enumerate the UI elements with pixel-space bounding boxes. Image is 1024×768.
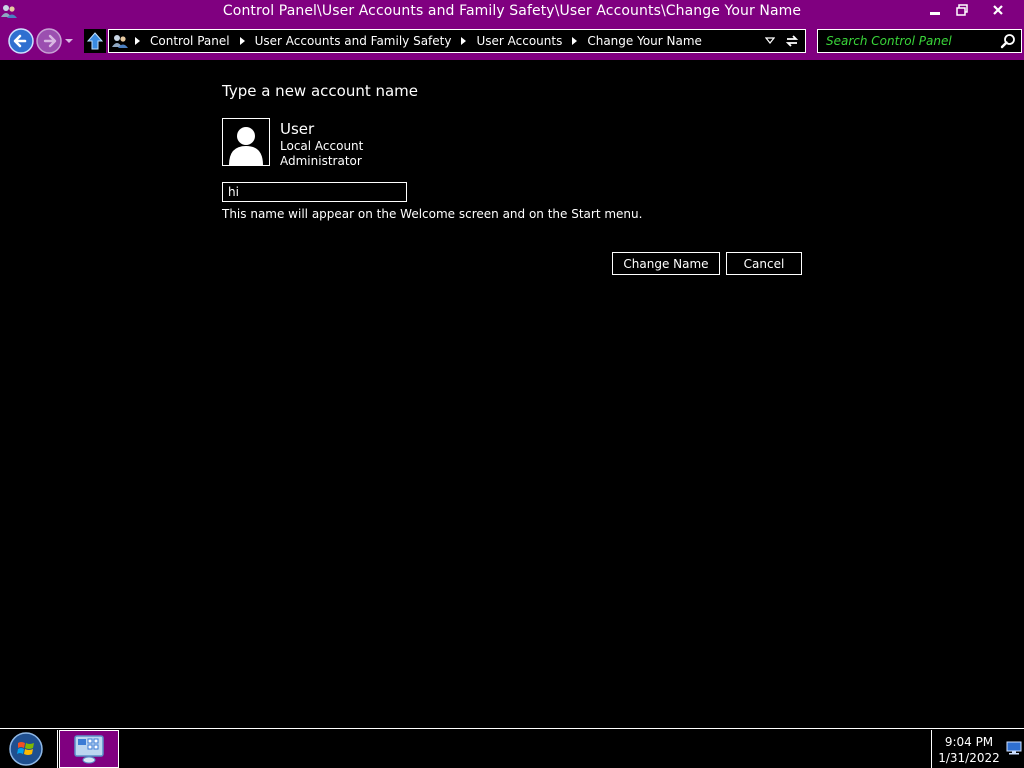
window-title: Control Panel\User Accounts and Family S…: [222, 3, 802, 19]
breadcrumb-control-panel[interactable]: Control Panel: [150, 34, 230, 48]
refresh-icon[interactable]: [784, 33, 800, 49]
close-button[interactable]: [978, 0, 1018, 20]
address-bar[interactable]: Control Panel User Accounts and Family S…: [108, 29, 806, 53]
up-button[interactable]: [84, 29, 106, 53]
breadcrumb-user-accounts[interactable]: User Accounts: [476, 34, 562, 48]
taskbar-item-control-panel[interactable]: [59, 730, 119, 768]
breadcrumb-separator-icon[interactable]: [572, 37, 578, 45]
breadcrumb: Control Panel User Accounts and Family S…: [135, 30, 712, 52]
search-icon[interactable]: [1000, 33, 1016, 49]
title-bar: Control Panel\User Accounts and Family S…: [0, 0, 1024, 60]
new-account-name-field[interactable]: [222, 182, 407, 202]
user-accounts-icon: [112, 35, 128, 48]
restore-button[interactable]: [950, 0, 974, 20]
close-icon: [993, 5, 1003, 15]
account-type: Local Account: [280, 139, 364, 153]
control-panel-icon: [74, 735, 104, 764]
windows-logo-icon: [9, 732, 43, 766]
cancel-button[interactable]: Cancel: [726, 252, 802, 275]
breadcrumb-change-your-name[interactable]: Change Your Name: [587, 34, 702, 48]
breadcrumb-separator-icon[interactable]: [461, 37, 467, 45]
breadcrumb-user-accounts-family-safety[interactable]: User Accounts and Family Safety: [255, 34, 452, 48]
tray-divider: [931, 730, 932, 768]
breadcrumb-separator-icon[interactable]: [135, 37, 140, 45]
name-hint-text: This name will appear on the Welcome scr…: [222, 207, 643, 221]
minimize-button[interactable]: [924, 0, 946, 20]
avatar: [222, 118, 270, 166]
forward-arrow-icon[interactable]: [36, 28, 62, 54]
start-button[interactable]: [3, 730, 49, 768]
search-placeholder: Search Control Panel: [826, 34, 952, 48]
address-dropdown-icon[interactable]: [765, 37, 775, 45]
account-role: Administrator: [280, 154, 362, 168]
breadcrumb-separator-icon[interactable]: [239, 37, 245, 45]
network-icon[interactable]: [1006, 741, 1022, 755]
account-name: User: [280, 120, 315, 138]
back-arrow-icon[interactable]: [8, 28, 34, 54]
user-avatar-icon: [229, 127, 263, 165]
search-input[interactable]: Search Control Panel: [817, 29, 1022, 53]
taskbar-divider: [57, 730, 58, 768]
clock-date: 1/31/2022: [938, 751, 1000, 765]
change-name-button[interactable]: Change Name: [612, 252, 720, 275]
taskbar: 9:04 PM 1/31/2022: [0, 728, 1024, 768]
recent-pages-chevron-icon[interactable]: [64, 36, 74, 46]
minimize-icon: [930, 12, 940, 15]
restore-icon: [956, 4, 968, 16]
system-clock[interactable]: 9:04 PM 1/31/2022: [934, 734, 1004, 766]
page-title: Type a new account name: [222, 82, 419, 100]
clock-time: 9:04 PM: [944, 735, 994, 749]
up-arrow-icon: [87, 32, 103, 50]
